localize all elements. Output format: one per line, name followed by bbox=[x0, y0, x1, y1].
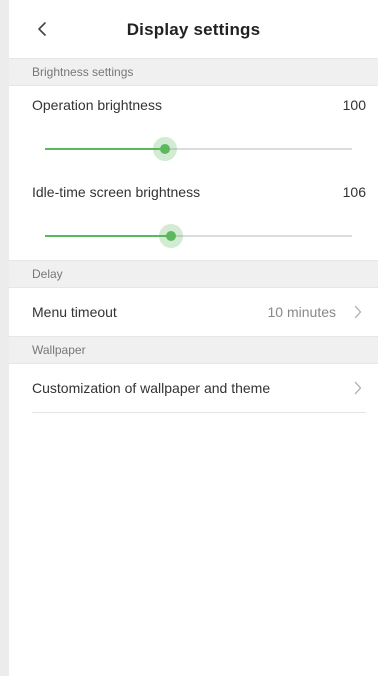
page-title: Display settings bbox=[126, 20, 261, 39]
chevron-right-icon bbox=[354, 305, 362, 319]
idle-brightness-row: Idle-time screen brightness 106 bbox=[32, 184, 366, 200]
operation-brightness-thumb[interactable] bbox=[152, 137, 177, 161]
menu-timeout-item[interactable]: Menu timeout 10 minutes bbox=[9, 288, 378, 336]
header: Display settings bbox=[9, 0, 378, 58]
idle-brightness-fill bbox=[45, 235, 171, 237]
chevron-right-icon bbox=[354, 381, 362, 395]
divider bbox=[32, 412, 366, 413]
section-header-delay: Delay bbox=[9, 260, 378, 288]
menu-timeout-value: 10 minutes bbox=[267, 304, 336, 320]
operation-brightness-slider[interactable] bbox=[45, 137, 352, 161]
operation-brightness-label: Operation brightness bbox=[32, 97, 162, 113]
idle-brightness-thumb[interactable] bbox=[158, 224, 183, 248]
section-header-brightness: Brightness settings bbox=[9, 58, 378, 86]
idle-brightness-slider[interactable] bbox=[45, 224, 352, 248]
operation-brightness-setting: Operation brightness 100 bbox=[9, 86, 378, 173]
operation-brightness-row: Operation brightness 100 bbox=[32, 97, 366, 113]
menu-timeout-label: Menu timeout bbox=[32, 304, 117, 320]
idle-brightness-label: Idle-time screen brightness bbox=[32, 184, 201, 200]
section-header-wallpaper: Wallpaper bbox=[9, 336, 378, 364]
idle-brightness-value: 106 bbox=[342, 184, 366, 200]
wallpaper-theme-label: Customization of wallpaper and theme bbox=[32, 380, 271, 396]
operation-brightness-fill bbox=[45, 148, 165, 150]
operation-brightness-value: 100 bbox=[342, 97, 366, 113]
wallpaper-theme-item[interactable]: Customization of wallpaper and theme bbox=[9, 364, 378, 412]
idle-brightness-setting: Idle-time screen brightness 106 bbox=[9, 173, 378, 260]
display-settings-screen: Display settings Brightness settings Ope… bbox=[9, 0, 378, 676]
